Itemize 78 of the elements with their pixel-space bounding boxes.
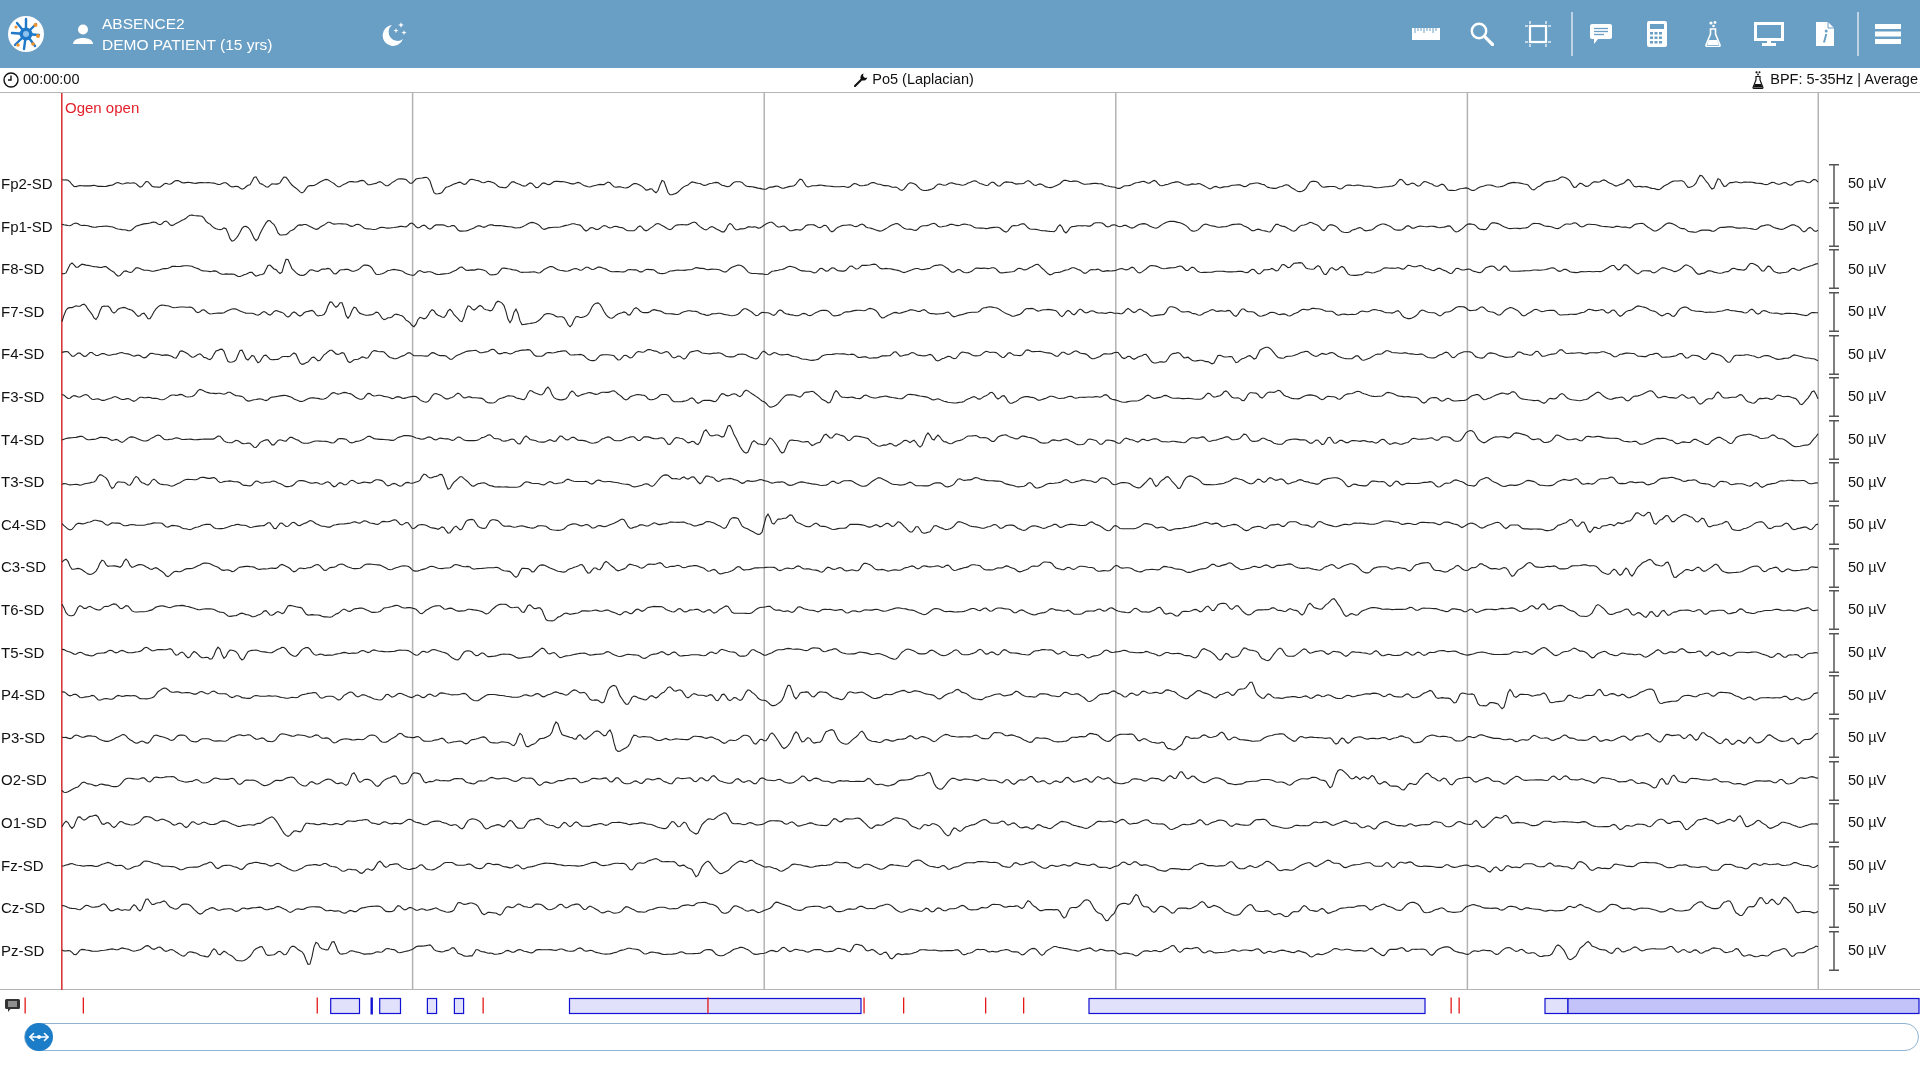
scale-value: 50 µV bbox=[1848, 430, 1887, 449]
scale-bar-icon bbox=[1829, 419, 1839, 460]
channel-label: F4-SD bbox=[0, 344, 45, 365]
scale-value: 50 µV bbox=[1848, 941, 1887, 961]
montage-label[interactable]: Po5 (Laplacian) bbox=[872, 69, 974, 91]
person-icon bbox=[73, 24, 93, 44]
comment-icon[interactable] bbox=[5, 998, 20, 1012]
flask-icon[interactable] bbox=[1705, 21, 1721, 47]
channel-label: T6-SD bbox=[0, 600, 45, 620]
channel-label: Fp2-SD bbox=[0, 174, 53, 195]
channel-label: O1-SD bbox=[0, 812, 47, 833]
filter-settings: BPF: 5-35Hz | Average bbox=[1770, 70, 1918, 90]
channel-label: F8-SD bbox=[0, 259, 45, 280]
flask-icon bbox=[1752, 71, 1765, 89]
scale-bar-icon bbox=[1829, 206, 1839, 247]
channel-label: Fz-SD bbox=[0, 855, 44, 876]
scale-bar-icon bbox=[1829, 845, 1839, 886]
scale-value: 50 µV bbox=[1848, 217, 1887, 236]
scale-value: 50 µV bbox=[1848, 813, 1887, 833]
scale-value: 50 µV bbox=[1848, 472, 1887, 492]
monitor-icon[interactable] bbox=[1754, 22, 1784, 46]
patient-name: DEMO PATIENT (15 yrs) bbox=[102, 35, 273, 55]
ruler-icon[interactable] bbox=[1412, 28, 1440, 40]
scale-bar-icon bbox=[1829, 632, 1839, 673]
scale-value: 50 µV bbox=[1848, 685, 1887, 705]
scale-bar-icon bbox=[1829, 675, 1839, 716]
menu-icon[interactable] bbox=[1875, 24, 1901, 44]
scale-value: 50 µV bbox=[1848, 515, 1887, 535]
scale-bar-icon bbox=[1829, 462, 1839, 503]
scale-bar-icon bbox=[1829, 249, 1839, 290]
channel-label: T4-SD bbox=[0, 429, 45, 450]
channel-label: O2-SD bbox=[0, 770, 47, 791]
scale-value: 50 µV bbox=[1848, 344, 1887, 364]
channel-label: T5-SD bbox=[0, 642, 45, 663]
channel-label: P3-SD bbox=[0, 727, 46, 748]
search-icon[interactable] bbox=[1470, 22, 1494, 46]
channel-label: Cz-SD bbox=[0, 898, 46, 919]
recording-time: 00:00:00 bbox=[23, 70, 80, 90]
scale-value: 50 µV bbox=[1848, 174, 1887, 194]
channel-label: Pz-SD bbox=[0, 940, 45, 961]
scale-value: 50 µV bbox=[1848, 642, 1887, 662]
channel-label: F3-SD bbox=[0, 387, 45, 407]
scale-bar-icon bbox=[1829, 760, 1839, 801]
scale-bar-icon bbox=[1829, 547, 1839, 588]
scale-value: 50 µV bbox=[1848, 387, 1887, 407]
channel-label: P4-SD bbox=[0, 685, 46, 706]
scale-value: 50 µV bbox=[1848, 302, 1887, 322]
scale-value: 50 µV bbox=[1848, 557, 1887, 577]
scale-bar-icon bbox=[1829, 292, 1839, 333]
scale-bar-icon bbox=[1829, 931, 1839, 971]
moon-stars-icon[interactable] bbox=[380, 22, 407, 46]
scale-value: 50 µV bbox=[1848, 259, 1887, 279]
clock-icon bbox=[3, 72, 19, 88]
scale-bar-icon bbox=[1829, 888, 1839, 929]
scale-value: 50 µV bbox=[1848, 770, 1887, 790]
channel-label: C4-SD bbox=[0, 514, 46, 535]
crop-frame-icon[interactable] bbox=[1525, 21, 1551, 47]
wrench-icon bbox=[854, 73, 869, 87]
scale-bar-icon bbox=[1829, 377, 1839, 418]
marker-label: Ogen open bbox=[65, 98, 140, 118]
scale-bar-icon bbox=[1829, 803, 1839, 844]
scale-bar-icon bbox=[1829, 334, 1839, 375]
channel-label: C3-SD bbox=[0, 557, 46, 578]
scale-bar-icon bbox=[1829, 590, 1839, 631]
recording-name: ABSENCE2 bbox=[102, 14, 186, 34]
scale-value: 50 µV bbox=[1848, 728, 1887, 748]
scale-value: 50 µV bbox=[1848, 600, 1887, 620]
scale-bar-icon bbox=[1829, 718, 1839, 758]
scale-bar-icon bbox=[1829, 164, 1839, 205]
logo-icon[interactable] bbox=[8, 16, 44, 52]
channel-label: F7-SD bbox=[0, 301, 45, 322]
scale-value: 50 µV bbox=[1848, 898, 1887, 918]
info-document-icon[interactable] bbox=[1816, 22, 1834, 46]
channel-label: Fp1-SD bbox=[0, 216, 53, 237]
channel-label: T3-SD bbox=[0, 472, 45, 493]
calculator-icon[interactable] bbox=[1647, 21, 1667, 47]
scale-bar-icon bbox=[1829, 505, 1839, 546]
scale-value: 50 µV bbox=[1848, 855, 1887, 875]
